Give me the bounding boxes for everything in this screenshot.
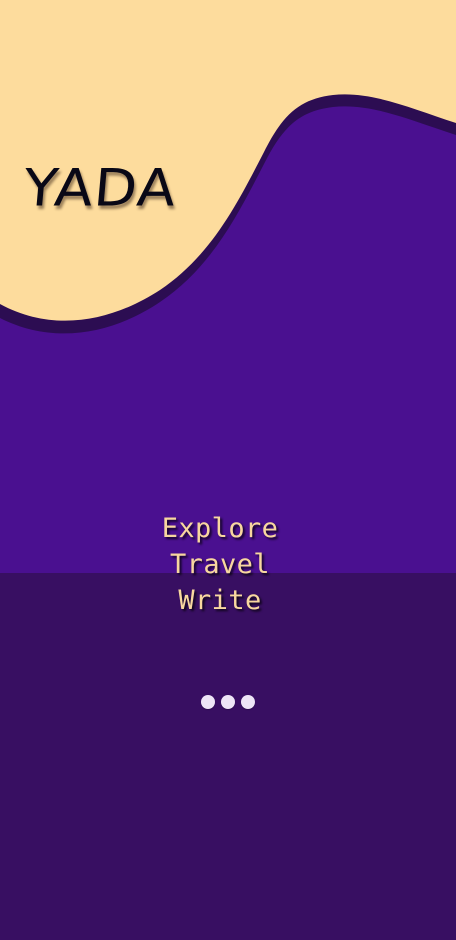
loading-dot-icon	[221, 695, 235, 709]
splash-screen: YADA Explore Travel Write	[0, 0, 456, 940]
loading-indicator	[201, 695, 257, 709]
tagline-explore: Explore	[161, 513, 279, 544]
loading-dot-icon	[201, 695, 215, 709]
loading-dot-icon	[241, 695, 255, 709]
tagline: Explore Travel Write	[0, 511, 440, 619]
bottom-panel	[0, 573, 456, 940]
tagline-travel: Travel	[170, 549, 270, 580]
tagline-write: Write	[178, 585, 262, 616]
app-title: YADA	[21, 158, 180, 219]
